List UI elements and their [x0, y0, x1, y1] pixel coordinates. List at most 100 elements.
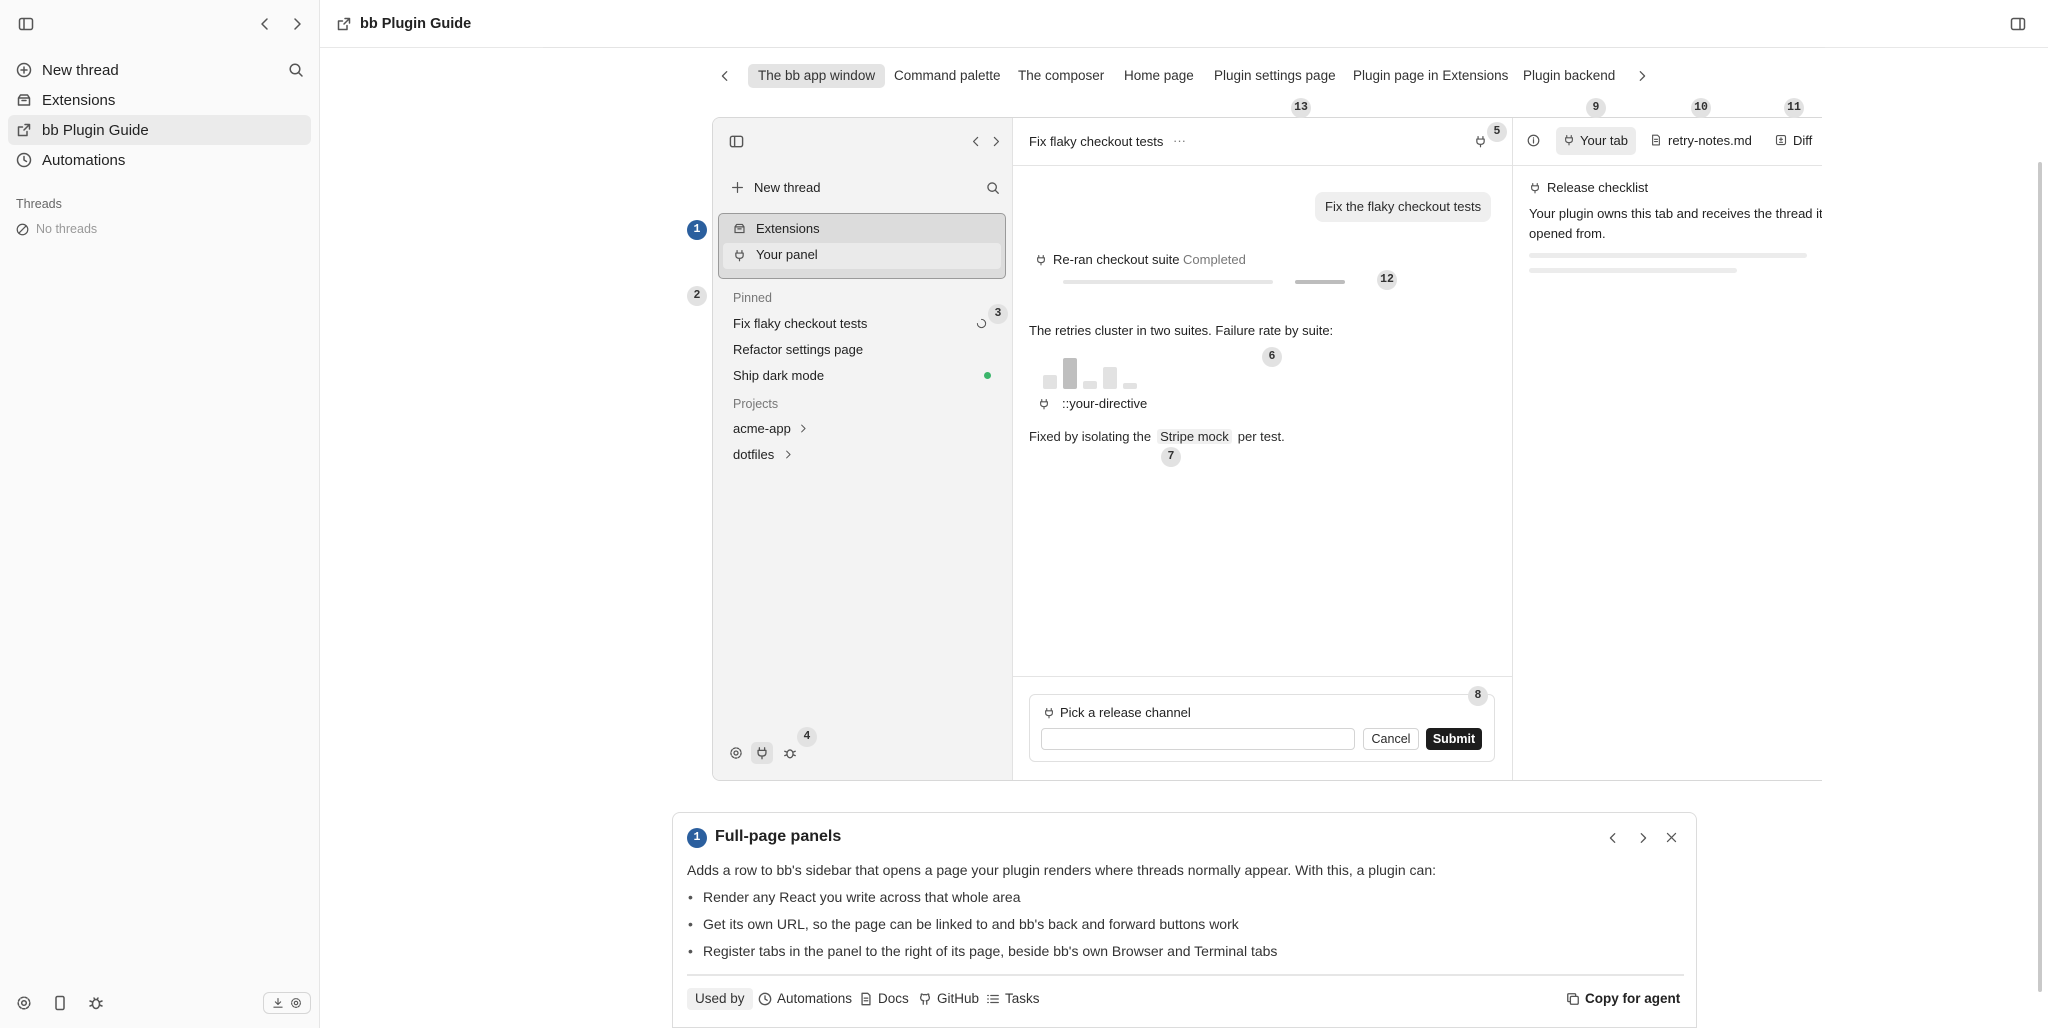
tour-prev-icon[interactable] — [1607, 831, 1619, 845]
tab-plugin-page-in-extensions[interactable]: Plugin page in Extensions — [1343, 64, 1518, 88]
right-panel-toggle-icon[interactable] — [2010, 16, 2026, 32]
plug-icon — [733, 249, 746, 262]
file-icon — [1650, 134, 1662, 146]
download-icon — [272, 997, 284, 1009]
mock-pinned-item: Refactor settings page — [733, 342, 864, 357]
fixed-line: Fixed by isolating the Stripe mock per t… — [1029, 429, 1285, 444]
tool-call-name: Re-ran checkout suite — [1053, 252, 1180, 267]
back-arrow-icon[interactable] — [258, 16, 272, 32]
release-title: Release checklist — [1547, 180, 1649, 195]
divider — [1013, 165, 1512, 166]
device-icon[interactable] — [52, 995, 68, 1011]
inline-code: Stripe mock — [1157, 429, 1232, 444]
callout-badge: 12 — [1377, 270, 1397, 290]
mock-thread-pane: Fix flaky checkout tests ··· Fix the fla… — [1013, 118, 1512, 780]
tab-home-page[interactable]: Home page — [1114, 64, 1204, 88]
scrollbar-thumb[interactable] — [2038, 162, 2042, 992]
plug-icon — [1043, 707, 1055, 719]
plug-icon — [1038, 398, 1050, 410]
tab-composer[interactable]: The composer — [1008, 64, 1114, 88]
status-dot — [984, 372, 991, 379]
doc-icon — [859, 992, 873, 1006]
list-icon — [986, 992, 1000, 1006]
sidebar-toggle-icon — [729, 134, 744, 149]
tool-call-status: Completed — [1183, 252, 1246, 267]
tabs-prev-icon[interactable] — [719, 69, 731, 83]
divider — [687, 974, 1684, 976]
link-label: Automations — [777, 991, 853, 1006]
info-icon — [1527, 134, 1540, 147]
used-by-label: Used by — [687, 988, 753, 1010]
skeleton-line — [1529, 253, 1807, 258]
directive-label: ::your-directive — [1062, 396, 1148, 411]
mini-bar — [1043, 375, 1057, 389]
divider — [1513, 165, 1822, 166]
tab-command-palette[interactable]: Command palette — [884, 64, 1011, 88]
search-icon[interactable] — [288, 62, 304, 78]
diff-icon — [1775, 134, 1787, 146]
callout-badge: 4 — [797, 727, 817, 747]
tab-plugin-backend[interactable]: Plugin backend — [1513, 64, 1625, 88]
bug-icon — [783, 746, 797, 760]
used-by-tasks-link[interactable]: Tasks — [986, 991, 1040, 1006]
callout-badge: 2 — [687, 286, 707, 306]
sidebar-item-label: New thread — [42, 61, 119, 79]
chevron-right-icon — [783, 449, 793, 460]
link-label: Docs — [878, 991, 909, 1006]
submit-button[interactable]: Submit — [1426, 728, 1482, 750]
used-by-docs-link[interactable]: Docs — [859, 991, 909, 1006]
gear-icon — [729, 746, 743, 760]
sidebar-toggle-icon[interactable] — [18, 16, 34, 32]
sidebar-item-label: Automations — [42, 151, 126, 169]
sidebar-item-label: bb Plugin Guide — [42, 121, 149, 139]
channel-input[interactable] — [1041, 728, 1355, 750]
skeleton-line — [1529, 268, 1737, 273]
tab-bb-app-window[interactable]: The bb app window — [748, 64, 886, 88]
app-sidebar: New thread Extensions bb Plugin Guide Au… — [0, 0, 320, 1028]
tab-plugin-settings-page[interactable]: Plugin settings page — [1204, 64, 1346, 88]
update-button[interactable] — [263, 992, 311, 1014]
tour-next-icon[interactable] — [1637, 831, 1649, 845]
page-header: bb Plugin Guide — [320, 0, 2048, 48]
right-tab-diff: Diff — [1793, 133, 1813, 148]
forward-arrow-icon[interactable] — [290, 16, 304, 32]
plus-icon — [731, 181, 744, 194]
more-icon: ··· — [1173, 133, 1186, 148]
mini-bar — [1103, 367, 1117, 389]
cancel-button[interactable]: Cancel — [1363, 728, 1419, 750]
sidebar-item-new-thread[interactable]: New thread — [8, 55, 311, 85]
box-icon — [733, 222, 746, 235]
release-body: Your plugin owns this tab and receives t… — [1529, 206, 1822, 221]
used-by-automations-link[interactable]: Automations — [758, 991, 852, 1006]
progress-track — [1063, 280, 1273, 284]
bug-icon[interactable] — [88, 995, 104, 1011]
copy-for-agent-button[interactable]: Copy for agent — [1566, 991, 1680, 1006]
tabs-next-icon[interactable] — [1636, 69, 1648, 83]
tour-bullet: Get its own URL, so the page can be link… — [688, 916, 1239, 932]
app-window-mock: New thread Extensions Your panel Pinned … — [712, 117, 1822, 781]
sidebar-item-label: Extensions — [42, 91, 116, 109]
mini-bar — [1083, 381, 1097, 389]
plug-icon — [1563, 134, 1575, 146]
sidebar-item-bb-plugin-guide[interactable]: bb Plugin Guide — [8, 115, 311, 145]
release-body: opened from. — [1529, 226, 1606, 241]
search-icon — [986, 181, 1000, 195]
right-tab-your-tab: Your tab — [1580, 133, 1628, 148]
mock-pinned-item: Ship dark mode — [733, 368, 825, 383]
callout-badge: 7 — [1161, 447, 1181, 467]
gear-icon[interactable] — [16, 995, 32, 1011]
link-label: GitHub — [937, 991, 980, 1006]
sidebar-item-extensions[interactable]: Extensions — [8, 85, 311, 115]
copy-label: Copy for agent — [1585, 991, 1681, 1006]
plug-icon — [1474, 135, 1487, 148]
mock-extensions: Extensions — [756, 221, 820, 236]
callout-badge: 10 — [1691, 98, 1711, 118]
sidebar-item-automations[interactable]: Automations — [8, 145, 311, 175]
used-by-github-link[interactable]: GitHub — [918, 991, 979, 1006]
mock-project-item: dotfiles — [733, 447, 775, 462]
gear-small-icon — [290, 997, 302, 1009]
mock-pinned-heading: Pinned — [733, 291, 772, 305]
callout-badge: 5 — [1487, 122, 1507, 142]
divider — [1013, 676, 1512, 677]
close-icon[interactable] — [1665, 831, 1678, 844]
